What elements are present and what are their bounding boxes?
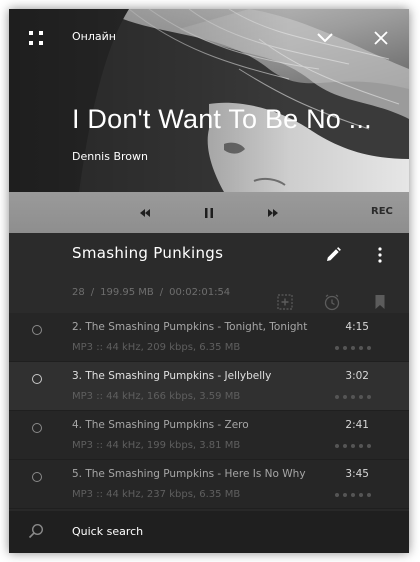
track-row[interactable]: 3. The Smashing Pumpkins - Jellybelly 3:… (9, 362, 409, 411)
bookmark-icon[interactable] (370, 292, 390, 312)
now-playing-artist: Dennis Brown (72, 150, 148, 163)
track-status-indicator (32, 374, 42, 384)
track-duration: 2:41 (345, 419, 369, 431)
player-window: Онлайн I Don't Want To Be No ... Dennis … (9, 9, 409, 553)
rec-button[interactable]: REC (371, 206, 393, 217)
album-artwork-header: Онлайн I Don't Want To Be No ... Dennis … (9, 9, 409, 192)
track-info: MP3 :: 44 kHz, 237 kbps, 6.35 MB (72, 489, 241, 500)
playlist-stats: 28/199.95 MB/00:02:01:54 (72, 287, 231, 298)
track-row[interactable]: 2. The Smashing Pumpkins - Tonight, Toni… (9, 313, 409, 362)
pause-icon[interactable] (200, 204, 218, 222)
track-row[interactable]: 4. The Smashing Pumpkins - Zero 2:41 MP3… (9, 411, 409, 460)
track-duration: 4:15 (345, 321, 369, 333)
track-info: MP3 :: 44 kHz, 199 kbps, 3.81 MB (72, 440, 241, 451)
previous-icon[interactable] (136, 204, 154, 222)
track-duration: 3:02 (345, 370, 369, 382)
track-row[interactable]: 5. The Smashing Pumpkins - Here Is No Wh… (9, 460, 409, 509)
track-title: 3. The Smashing Pumpkins - Jellybelly (72, 370, 272, 382)
track-info: MP3 :: 44 kHz, 209 kbps, 6.35 MB (72, 342, 241, 353)
next-icon[interactable] (264, 204, 282, 222)
track-title: 4. The Smashing Pumpkins - Zero (72, 419, 249, 431)
grid-menu-icon[interactable] (25, 27, 47, 49)
transport-bar: REC (9, 192, 409, 233)
playlist-size: 199.95 MB (100, 287, 154, 298)
track-status-indicator (32, 423, 42, 433)
track-title: 5. The Smashing Pumpkins - Here Is No Wh… (72, 468, 306, 480)
now-playing-title: I Don't Want To Be No ... (72, 104, 372, 134)
search-icon[interactable] (27, 522, 45, 540)
track-rating[interactable] (335, 444, 371, 448)
track-status-indicator (32, 325, 42, 335)
track-rating[interactable] (335, 346, 371, 350)
quick-search-bar[interactable]: Quick search (9, 511, 409, 553)
add-to-playlist-icon[interactable] (275, 292, 295, 312)
track-duration: 3:45 (345, 468, 369, 480)
track-rating[interactable] (335, 493, 371, 497)
close-icon[interactable] (371, 28, 391, 48)
track-info: MP3 :: 44 kHz, 166 kbps, 3.59 MB (72, 391, 241, 402)
playlist-duration: 00:02:01:54 (169, 287, 231, 298)
track-rating[interactable] (335, 395, 371, 399)
playlist-track-count: 28 (72, 287, 85, 298)
track-title: 2. The Smashing Pumpkins - Tonight, Toni… (72, 321, 308, 333)
playlist-name: Smashing Punkings (72, 244, 224, 262)
track-list: 2. The Smashing Pumpkins - Tonight, Toni… (9, 313, 409, 509)
chevron-down-icon[interactable] (315, 28, 335, 48)
more-vertical-icon[interactable] (370, 245, 390, 265)
artwork-shade (9, 9, 409, 192)
playlist-header: Smashing Punkings 28/199.95 MB/00:02:01:… (9, 233, 409, 313)
edit-icon[interactable] (323, 245, 343, 265)
source-title[interactable]: Онлайн (72, 30, 116, 43)
track-status-indicator (32, 472, 42, 482)
timer-icon[interactable] (322, 292, 342, 312)
quick-search-label[interactable]: Quick search (72, 525, 143, 538)
